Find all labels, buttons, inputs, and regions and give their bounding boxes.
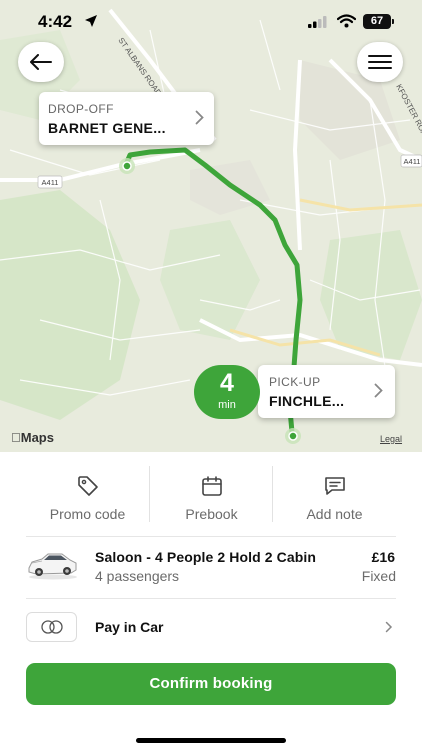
saloon-car-icon [28, 553, 77, 580]
wifi-icon [337, 14, 356, 28]
dropoff-pin [119, 158, 135, 174]
dropoff-location: BARNET GENE... [48, 120, 166, 136]
chevron-right-icon [385, 621, 393, 633]
vehicle-price: £16 [371, 549, 395, 565]
eta-value: 4 [220, 369, 234, 397]
location-arrow-icon [85, 15, 97, 27]
tag-icon [77, 476, 98, 496]
legal-link[interactable]: Legal [380, 434, 402, 444]
apple-logo-icon:  [11, 430, 21, 445]
svg-text:A411: A411 [404, 157, 421, 166]
arrow-left-icon [30, 54, 52, 70]
hamburger-menu-icon [368, 55, 392, 69]
home-indicator [136, 738, 286, 743]
status-bar: 4:42 67 [0, 0, 422, 44]
payment-method-row[interactable]: Pay in Car [0, 610, 422, 644]
pickup-label: PICK-UP [269, 375, 321, 389]
road-shield-a411: A411 [37, 175, 63, 189]
calendar-icon [201, 476, 222, 496]
divider [26, 536, 396, 537]
eta-unit: min [218, 399, 236, 411]
payment-card-icon [26, 612, 77, 642]
pickup-callout[interactable]: PICK-UP FINCHLE... [258, 365, 395, 418]
route-map[interactable]: ST ALBANS ROAD A411 A411 KFOSTER ROAD 4:… [0, 0, 422, 452]
vehicle-passengers: 4 passengers [95, 568, 180, 584]
vehicle-option[interactable]: Saloon - 4 People 2 Hold 2 Cabin 4 passe… [0, 538, 422, 596]
back-button[interactable] [18, 42, 64, 82]
status-time: 4:42 [38, 12, 73, 31]
divider [26, 598, 396, 599]
menu-button[interactable] [357, 42, 403, 82]
divider [149, 466, 150, 522]
prebook-button[interactable]: Prebook [150, 466, 273, 522]
pickup-location: FINCHLE... [269, 393, 345, 409]
vehicle-name: Saloon - 4 People 2 Hold 2 Cabin [95, 549, 317, 565]
add-note-button[interactable]: Add note [273, 466, 396, 522]
divider [272, 466, 273, 522]
cellular-signal-icon [308, 16, 327, 28]
add-note-label: Add note [306, 506, 363, 522]
prebook-label: Prebook [185, 506, 238, 522]
road-shield-a411-right: A411 [400, 154, 422, 168]
dropoff-label: DROP-OFF [48, 102, 114, 116]
booking-actions: Promo code Prebook Add note [0, 466, 422, 522]
promo-code-label: Promo code [49, 506, 126, 522]
cash-circles-icon [41, 620, 63, 634]
chevron-right-icon [374, 383, 383, 398]
eta-badge: 4 min [194, 365, 260, 419]
maps-attribution: Maps [11, 430, 54, 445]
promo-code-button[interactable]: Promo code [26, 466, 149, 522]
pickup-pin [285, 428, 301, 444]
svg-text:A411: A411 [42, 178, 59, 187]
payment-method-label: Pay in Car [95, 619, 164, 635]
confirm-booking-button[interactable]: Confirm booking [26, 663, 396, 705]
battery-indicator: 67 [363, 14, 394, 29]
price-type: Fixed [361, 568, 396, 584]
note-icon [324, 477, 345, 495]
chevron-right-icon [195, 110, 204, 125]
dropoff-callout[interactable]: DROP-OFF BARNET GENE... [39, 92, 214, 145]
